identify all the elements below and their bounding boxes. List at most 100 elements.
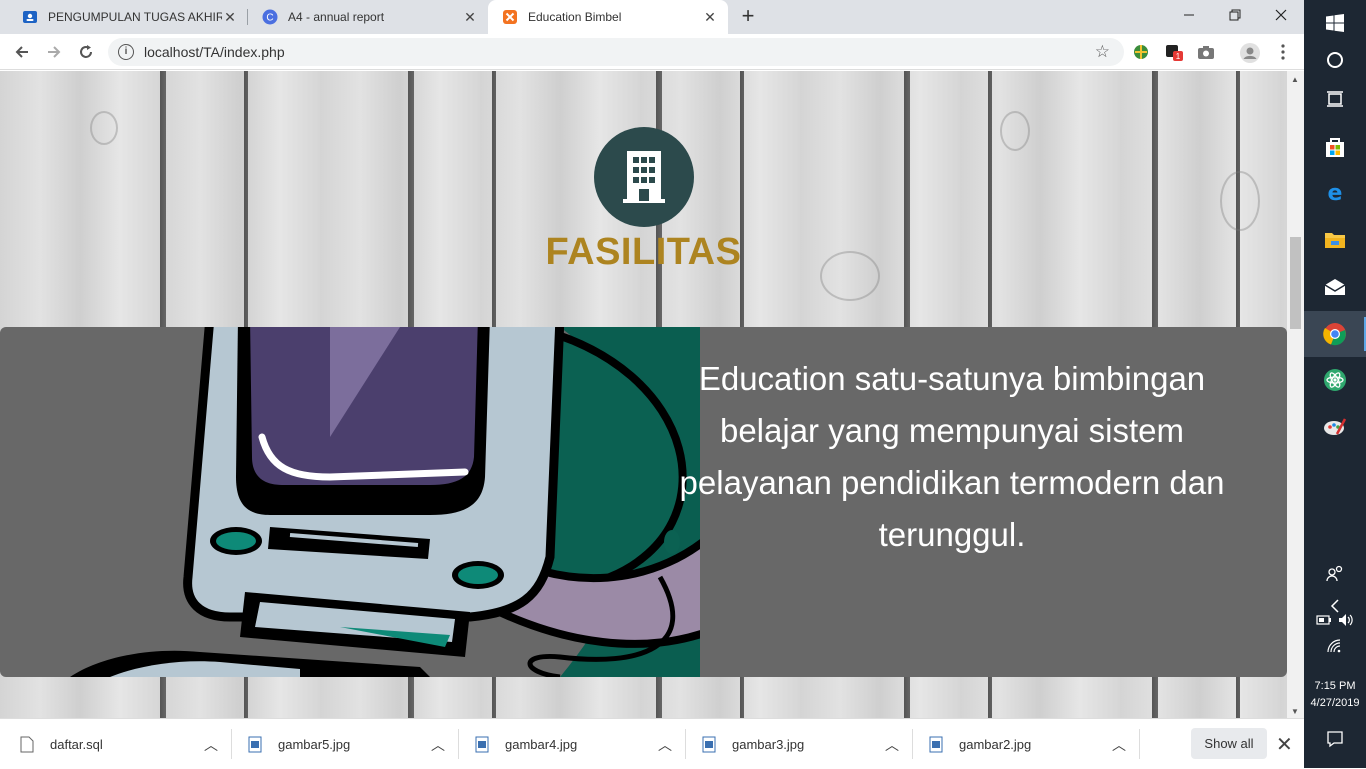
- menu-dots-icon[interactable]: [1274, 43, 1292, 61]
- tab-title: Education Bimbel: [528, 10, 622, 24]
- reload-icon: [80, 45, 92, 58]
- system-tray: [1304, 607, 1366, 633]
- tab-annual-report[interactable]: C A4 - annual report ✕: [248, 0, 488, 34]
- windows-taskbar: e 7:15 PM 4/27/2019: [1304, 0, 1366, 768]
- download-item[interactable]: gambar4.jpg ︿: [475, 719, 682, 769]
- cortana-circle-icon: [1327, 52, 1343, 68]
- page-viewport: FASILITAS Education satu-satunya bimbing…: [0, 71, 1287, 718]
- image-file-icon: [475, 736, 489, 752]
- reload-button[interactable]: [72, 38, 100, 66]
- download-item[interactable]: gambar2.jpg ︿: [929, 719, 1136, 769]
- chevron-up-icon[interactable]: ︿: [1112, 735, 1126, 755]
- page-scrollbar[interactable]: ▲ ▼: [1287, 71, 1304, 718]
- wood-knot: [1220, 171, 1260, 231]
- show-all-button[interactable]: Show all: [1191, 728, 1267, 759]
- chevron-up-icon[interactable]: ︿: [431, 735, 445, 755]
- close-window-button[interactable]: [1258, 0, 1304, 30]
- new-tab-button[interactable]: +: [734, 4, 762, 30]
- clock-date: 4/27/2019: [1310, 697, 1360, 709]
- store-button[interactable]: [1304, 124, 1366, 170]
- chrome-taskbar-button[interactable]: [1304, 311, 1366, 357]
- file-icon: [20, 736, 34, 752]
- tab-title: A4 - annual report: [288, 10, 385, 24]
- battery-icon[interactable]: [1316, 614, 1332, 626]
- paint-button[interactable]: [1304, 404, 1366, 450]
- wood-knot: [90, 111, 118, 145]
- panel-description: Education satu-satunya bimbingan belajar…: [679, 360, 1225, 553]
- download-filename: gambar5.jpg: [278, 736, 351, 752]
- close-tab-icon[interactable]: ✕: [462, 9, 478, 25]
- clock-time: 7:15 PM: [1314, 680, 1356, 692]
- scrollbar-thumb[interactable]: [1290, 237, 1301, 329]
- tab-pengumpulan[interactable]: PENGUMPULAN TUGAS AKHIR W ✕: [8, 0, 248, 34]
- restore-button[interactable]: [1212, 0, 1258, 30]
- network-button[interactable]: [1304, 633, 1366, 659]
- chevron-up-icon[interactable]: ︿: [658, 735, 672, 755]
- download-filename: gambar2.jpg: [959, 736, 1032, 752]
- chevron-up-icon[interactable]: ︿: [885, 735, 899, 755]
- atom-button[interactable]: [1304, 357, 1366, 403]
- tab-title: PENGUMPULAN TUGAS AKHIR W: [48, 10, 222, 24]
- bookmark-star-icon[interactable]: ☆: [1095, 42, 1110, 62]
- scroll-down-icon[interactable]: ▼: [1291, 707, 1299, 716]
- computer-illustration: [70, 327, 700, 677]
- wifi-icon: [1327, 639, 1341, 653]
- divider: [1139, 729, 1140, 759]
- extension-badge-icon[interactable]: 1: [1165, 43, 1183, 61]
- mail-button[interactable]: [1304, 264, 1366, 310]
- action-center-button[interactable]: [1304, 716, 1366, 762]
- divider: [685, 729, 686, 759]
- windows-logo-icon: [1326, 14, 1344, 32]
- scroll-up-icon[interactable]: ▲: [1291, 75, 1299, 84]
- close-shelf-icon[interactable]: ✕: [1276, 732, 1293, 757]
- browser-toolbar: i localhost/TA/index.php ☆ 1: [0, 34, 1304, 70]
- image-file-icon: [248, 736, 262, 752]
- facilities-heading: FASILITAS: [545, 231, 742, 273]
- camera-icon[interactable]: [1197, 43, 1215, 61]
- svg-text:C: C: [266, 13, 273, 24]
- atom-app-icon: [1324, 369, 1346, 391]
- download-item[interactable]: gambar3.jpg ︿: [702, 719, 909, 769]
- arrow-right-icon: [48, 46, 61, 58]
- close-tab-icon[interactable]: ✕: [702, 9, 718, 25]
- forward-button[interactable]: [40, 38, 68, 66]
- svg-text:1: 1: [1176, 52, 1181, 61]
- chevron-up-icon[interactable]: ︿: [204, 735, 218, 755]
- close-tab-icon[interactable]: ✕: [222, 9, 238, 25]
- file-explorer-button[interactable]: [1304, 217, 1366, 263]
- xampp-icon: [502, 9, 518, 25]
- divider: [912, 729, 913, 759]
- edge-browser-icon: e: [1328, 182, 1343, 204]
- classroom-icon: [22, 9, 38, 25]
- address-bar[interactable]: i localhost/TA/index.php ☆: [108, 38, 1124, 66]
- profile-avatar-icon[interactable]: [1240, 43, 1260, 63]
- building-icon-circle: [594, 127, 694, 227]
- arrow-left-icon: [15, 46, 28, 58]
- download-filename: gambar3.jpg: [732, 736, 805, 752]
- store-bag-icon: [1326, 138, 1344, 157]
- wood-knot: [1000, 111, 1030, 151]
- back-button[interactable]: [8, 38, 36, 66]
- taskbar-clock[interactable]: 7:15 PM 4/27/2019: [1304, 678, 1366, 712]
- notification-icon: [1327, 731, 1343, 748]
- task-view-button[interactable]: [1304, 76, 1366, 122]
- download-item[interactable]: gambar5.jpg ︿: [248, 719, 455, 769]
- browser-window: PENGUMPULAN TUGAS AKHIR W ✕ C A4 - annua…: [0, 0, 1304, 768]
- people-icon: [1326, 565, 1343, 582]
- info-icon[interactable]: i: [118, 44, 134, 60]
- download-item[interactable]: daftar.sql ︿: [20, 719, 228, 769]
- edge-button[interactable]: e: [1304, 170, 1366, 216]
- download-filename: daftar.sql: [50, 736, 103, 752]
- volume-icon[interactable]: [1338, 613, 1354, 627]
- divider: [231, 729, 232, 759]
- canva-icon: C: [262, 9, 278, 25]
- folder-icon: [1325, 233, 1345, 248]
- tab-strip: PENGUMPULAN TUGAS AKHIR W ✕ C A4 - annua…: [0, 0, 1304, 34]
- svg-text:e: e: [1328, 182, 1343, 204]
- tab-education-bimbel[interactable]: Education Bimbel ✕: [488, 0, 728, 34]
- minimize-button[interactable]: [1166, 0, 1212, 30]
- task-view-icon: [1327, 91, 1343, 107]
- building-icon: [623, 151, 665, 203]
- extension-globe-icon[interactable]: [1132, 43, 1150, 61]
- divider: [458, 729, 459, 759]
